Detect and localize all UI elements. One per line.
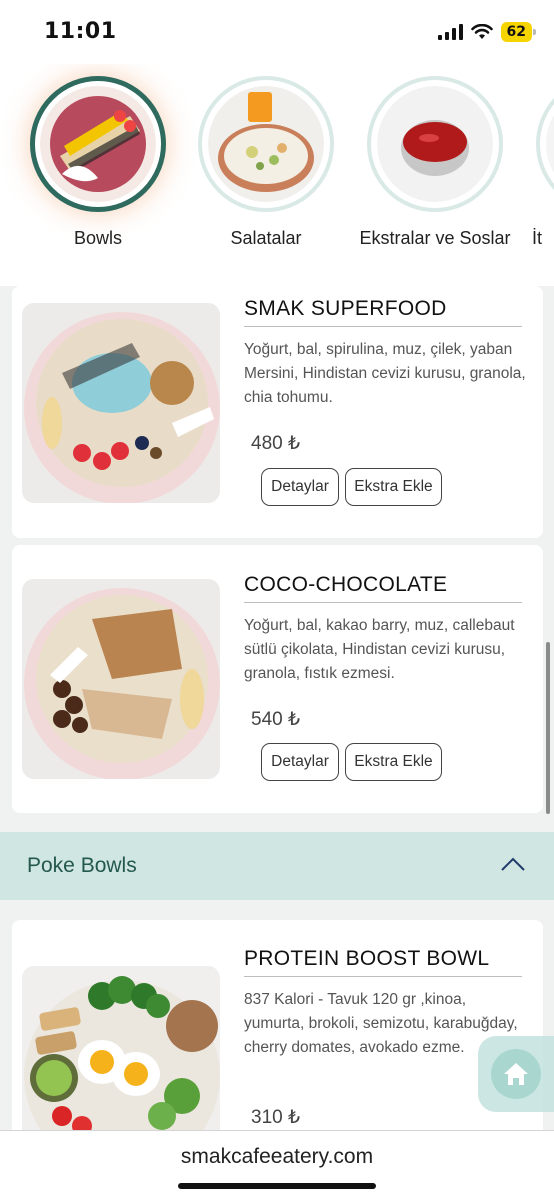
product-price: 480 ₺: [251, 433, 301, 454]
section-title: Poke Bowls: [27, 854, 137, 877]
scrollbar[interactable]: [546, 642, 550, 814]
product-description: Yoğurt, bal, kakao barry, muz, callebaut…: [244, 617, 515, 682]
browser-bottom-bar: smakcafeeatery.com: [0, 1130, 554, 1200]
category-label: İt: [532, 228, 543, 248]
product-price: 310 ₺: [251, 1107, 301, 1128]
ekstralar-category-image: [377, 86, 493, 202]
home-button[interactable]: [478, 1036, 554, 1112]
category-bowls[interactable]: Bowls: [14, 76, 182, 252]
wifi-icon: [470, 24, 493, 39]
add-extra-button[interactable]: Ekstra Ekle: [345, 468, 442, 506]
title-divider: [244, 602, 522, 603]
product-image: [22, 579, 220, 779]
home-icon: [504, 1063, 528, 1085]
category-partial[interactable]: İt: [520, 76, 554, 252]
category-carousel[interactable]: Bowls Salatalar Ekstralar ve Soslar İt: [0, 64, 554, 286]
partial-category-image: [546, 86, 554, 202]
product-title: PROTEIN BOOST BOWL: [244, 947, 490, 970]
salatalar-category-image: [208, 86, 324, 202]
product-title: SMAK SUPERFOOD: [244, 297, 447, 320]
poke-bowls-section-header[interactable]: Poke Bowls: [0, 832, 554, 900]
product-card[interactable]: COCO-CHOCOLATE Yoğurt, bal, kakao barry,…: [12, 545, 543, 813]
category-label: Ekstralar ve Soslar: [359, 228, 511, 248]
category-ekstralar-ve-soslar[interactable]: Ekstralar ve Soslar: [351, 76, 519, 252]
home-indicator[interactable]: [178, 1183, 376, 1189]
title-divider: [244, 326, 522, 327]
category-label: Salatalar: [230, 228, 302, 248]
product-image: [22, 303, 220, 503]
status-bar: 11:01 62: [0, 0, 554, 64]
category-salatalar[interactable]: Salatalar: [182, 76, 350, 252]
product-card[interactable]: SMAK SUPERFOOD Yoğurt, bal, spirulina, m…: [12, 286, 543, 538]
status-time: 11:01: [44, 19, 117, 44]
title-divider: [244, 976, 522, 977]
details-button[interactable]: Detaylar: [261, 468, 339, 506]
chevron-up-icon[interactable]: [500, 854, 526, 874]
status-icons: 62: [437, 22, 537, 42]
add-extra-button[interactable]: Ekstra Ekle: [345, 743, 442, 781]
address-bar-url[interactable]: smakcafeeatery.com: [0, 1145, 554, 1169]
details-button[interactable]: Detaylar: [261, 743, 339, 781]
battery-indicator: 62: [500, 22, 537, 42]
cellular-signal-icon: [437, 24, 463, 40]
product-title: COCO-CHOCOLATE: [244, 573, 448, 596]
category-label: Bowls: [73, 228, 122, 248]
product-description: Yoğurt, bal, spirulina, muz, çilek, yaba…: [244, 341, 526, 406]
bowls-category-image: [40, 86, 156, 202]
product-price: 540 ₺: [251, 709, 301, 730]
